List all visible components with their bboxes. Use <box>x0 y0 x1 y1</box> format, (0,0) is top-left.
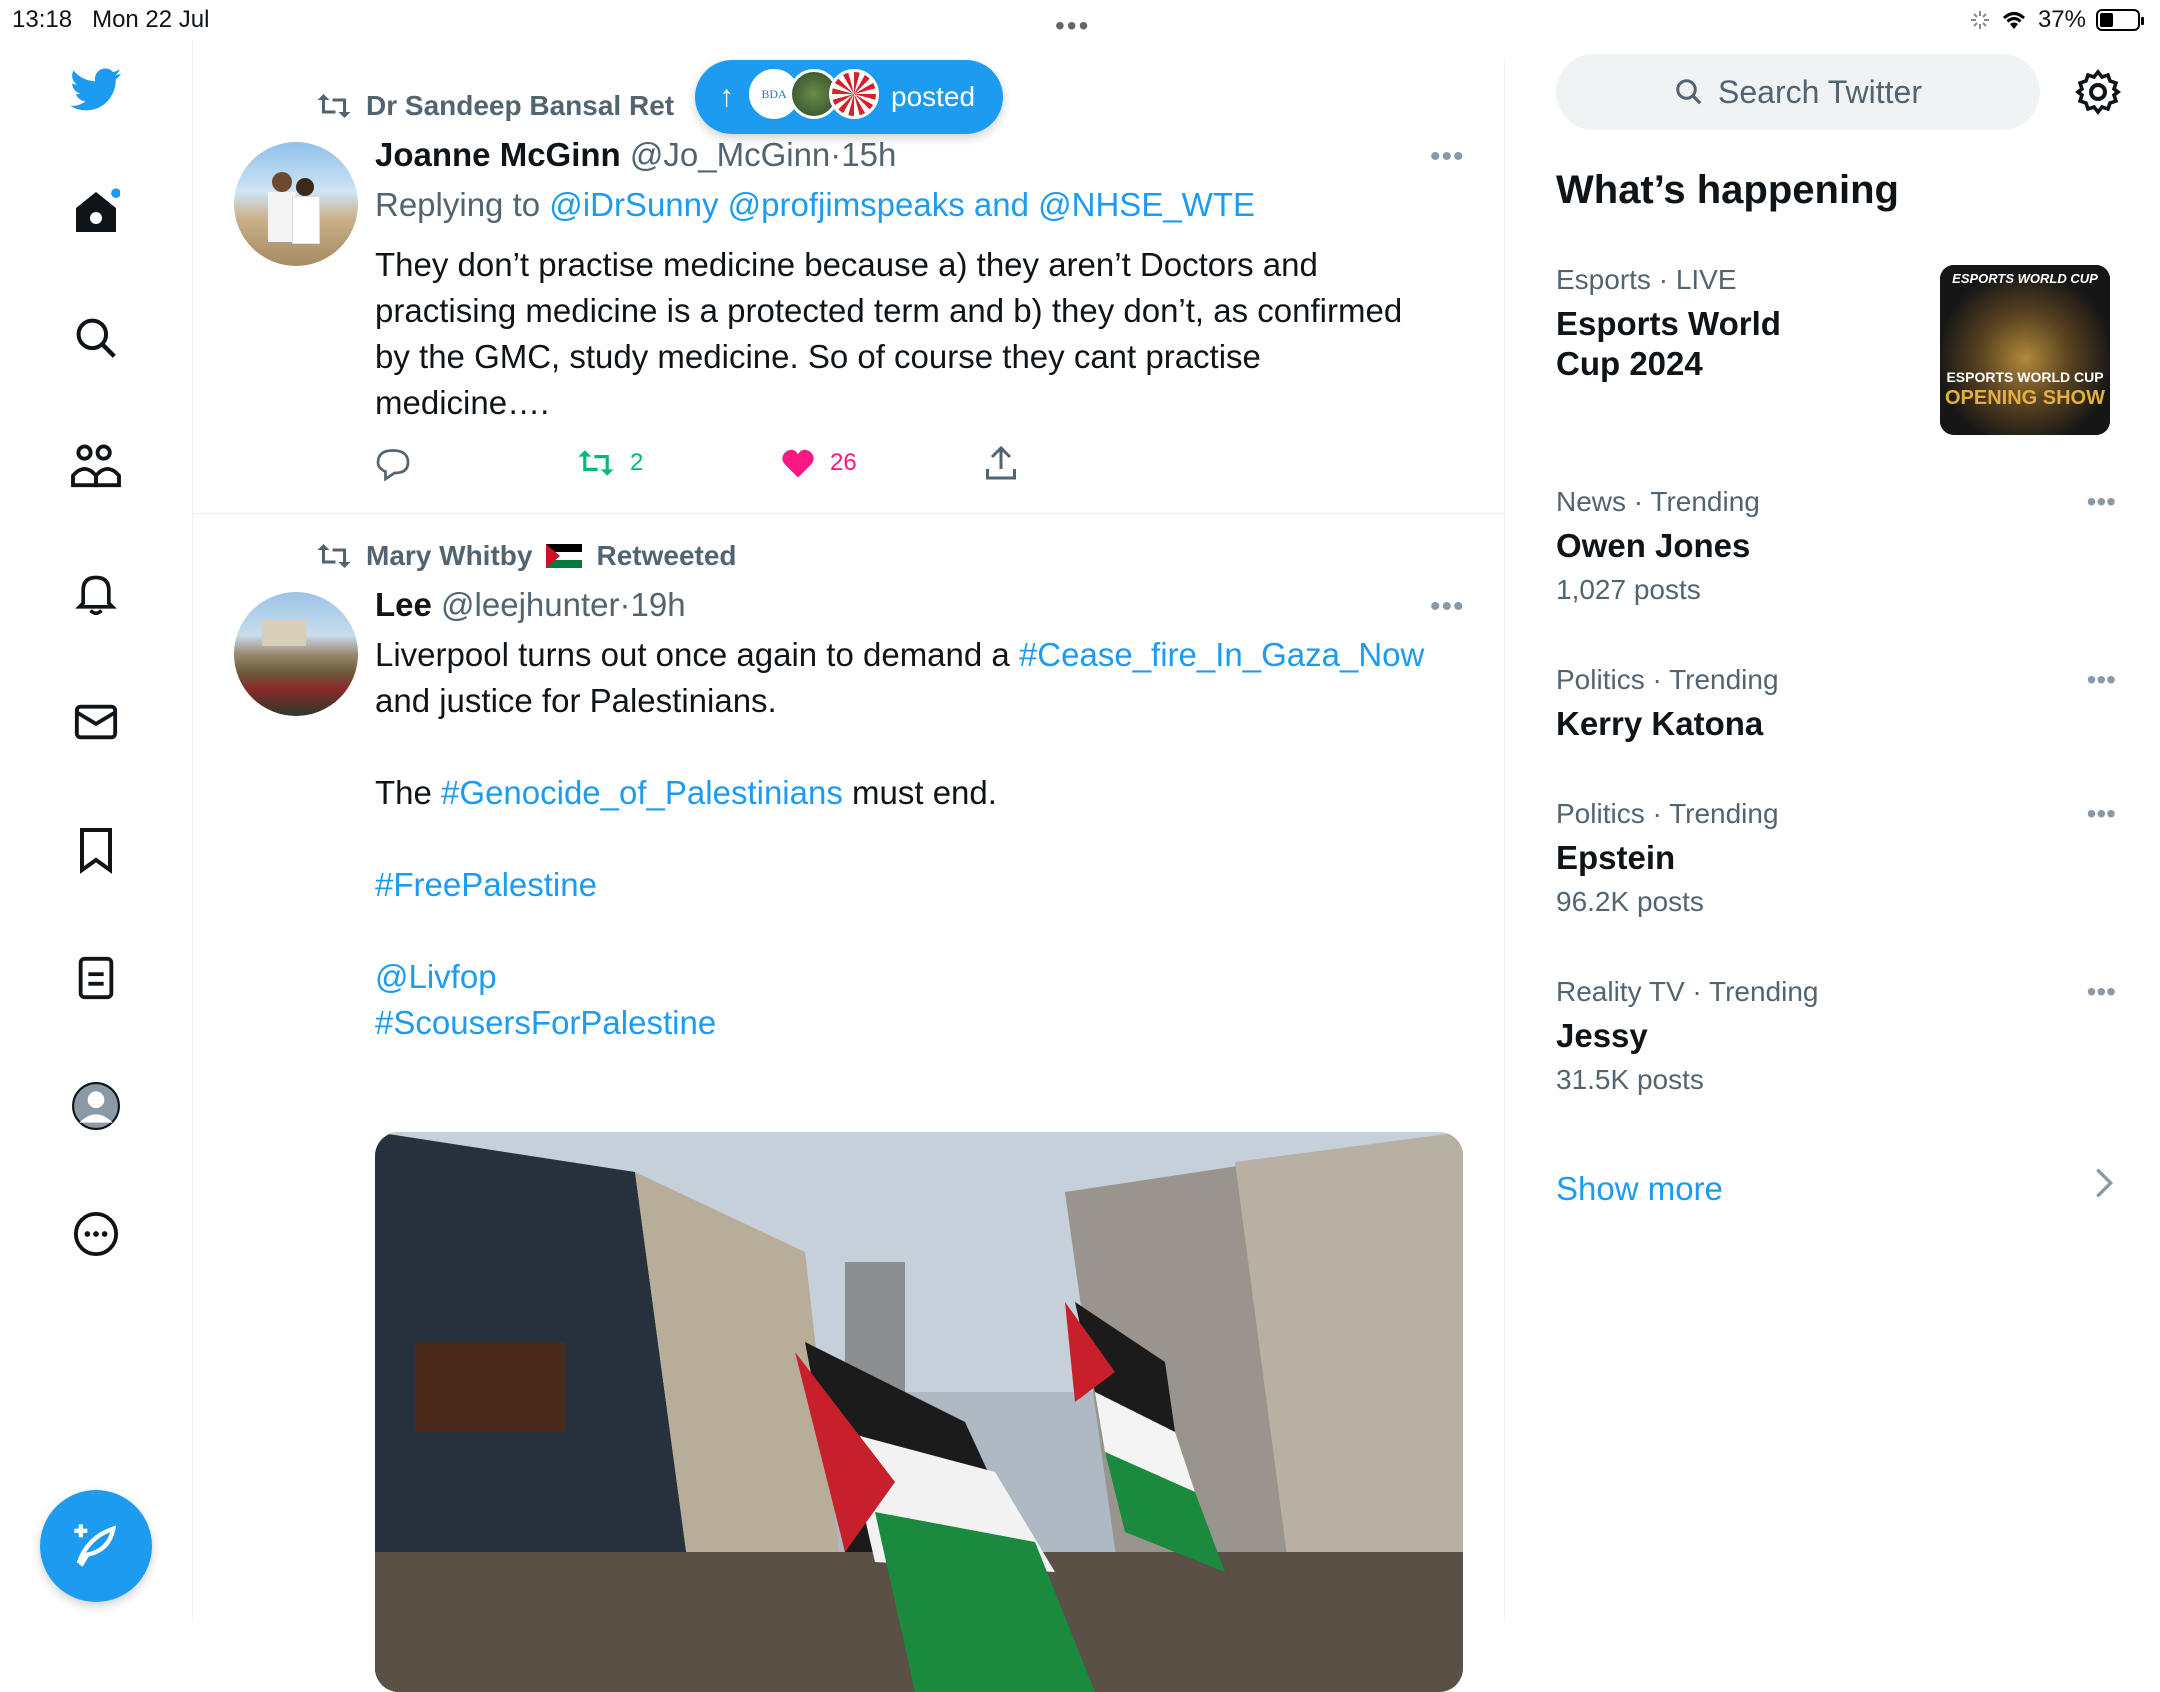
list-icon[interactable] <box>70 952 122 1004</box>
tweet-2[interactable]: Mary Whitby Retweeted Lee @leejhunter·19… <box>192 514 1504 1692</box>
retweet-icon <box>317 544 351 568</box>
trend-item[interactable]: Politics · Trending Epstein 96.2K posts … <box>1556 798 2116 918</box>
trend-item[interactable]: Politics · Trending Kerry Katona ••• <box>1556 664 2116 744</box>
profile-icon[interactable] <box>70 1080 122 1132</box>
timeline: Dr Sandeep Bansal Ret Joanne McGinn @Jo_… <box>192 60 1505 1692</box>
trend-category: Politics · Trending <box>1556 664 1779 695</box>
retweet-icon <box>578 450 614 476</box>
new-posts-pill[interactable]: ↑ BDA posted <box>695 60 1003 134</box>
twitter-logo-icon[interactable] <box>70 64 122 116</box>
show-more-link[interactable]: Show more <box>1556 1170 1723 1208</box>
hashtag-link[interactable]: #FreePalestine <box>375 862 1485 908</box>
trend-more-button[interactable]: ••• <box>2087 486 2116 518</box>
thumb-sub-text: OPENING SHOW <box>1944 387 2105 409</box>
window-grabber[interactable]: ••• <box>1055 10 1090 42</box>
compose-icon <box>74 1524 117 1567</box>
retweet-count: 2 <box>630 449 644 476</box>
retweet-icon <box>317 94 351 118</box>
video-thumbnail <box>375 1132 1463 1692</box>
separator: · <box>619 586 631 623</box>
replying-to-link[interactable]: @iDrSunny @profjimspeaks and @NHSE_WTE <box>549 186 1255 223</box>
separator: · <box>830 136 842 173</box>
battery-icon <box>2096 9 2144 31</box>
compose-button[interactable] <box>40 1490 152 1602</box>
like-count: 26 <box>830 449 857 476</box>
reply-icon <box>376 449 410 481</box>
retweet-header: Mary Whitby Retweeted <box>316 540 737 572</box>
avatar-3 <box>829 69 879 119</box>
bell-icon[interactable] <box>70 568 122 620</box>
trend-count: 1,027 posts <box>1556 574 1701 605</box>
trend-category: News · Trending <box>1556 486 1760 517</box>
mention-link[interactable]: @Livfop <box>375 954 1485 1000</box>
trend-category: Politics · Trending <box>1556 798 1779 829</box>
battery-percent: 37% <box>2037 6 2086 33</box>
trend-name: Owen Jones <box>1556 527 1751 564</box>
tweet-more-button[interactable]: ••• <box>1430 590 1465 624</box>
more-icon[interactable] <box>70 1208 122 1260</box>
like-icon <box>782 449 814 478</box>
battery-fill <box>2100 13 2114 27</box>
tweet-author: Lee @leejhunter·19h <box>375 586 686 624</box>
trend-count: 31.5K posts <box>1556 1064 1704 1095</box>
communities-icon[interactable] <box>70 440 122 492</box>
share-button[interactable] <box>984 445 1018 481</box>
palestine-flag-icon <box>546 544 583 568</box>
reply-button[interactable] <box>375 447 411 481</box>
share-icon <box>986 445 1016 480</box>
wifi-icon <box>2002 12 2025 29</box>
trend-more-button[interactable]: ••• <box>2087 798 2116 830</box>
trend-item[interactable]: News · Trending Owen Jones 1,027 posts •… <box>1556 486 2116 606</box>
avatar[interactable] <box>234 142 358 266</box>
retweet-button[interactable]: 2 <box>576 447 643 479</box>
activity-icon <box>1970 11 1989 29</box>
status-right: 37% <box>1970 6 2144 34</box>
trend-count: 96.2K posts <box>1556 886 1704 917</box>
tweet-time[interactable]: 19h <box>631 586 686 623</box>
hashtag-link[interactable]: #Genocide_of_Palestinians <box>441 774 843 811</box>
thumb-main-text: ESPORTS WORLD CUP <box>1946 369 2104 385</box>
chevron-right-icon <box>2096 1168 2114 1198</box>
posted-label: posted <box>891 81 976 112</box>
mail-icon[interactable] <box>70 696 122 748</box>
author-name[interactable]: Lee <box>375 586 432 623</box>
trend-category: Reality TV · Trending <box>1556 976 1819 1007</box>
search-placeholder: Search Twitter <box>1718 73 1922 110</box>
author-handle[interactable]: @leejhunter <box>441 586 619 623</box>
avatar[interactable] <box>234 592 358 716</box>
tweet-body: Liverpool turns out once again to demand… <box>375 632 1485 1046</box>
like-button[interactable]: 26 <box>780 447 857 479</box>
trend-more-button[interactable]: ••• <box>2087 976 2116 1008</box>
thumb-top-text: ESPORTS WORLD CUP <box>1952 271 2098 286</box>
trend-name: Jessy <box>1556 1017 1648 1054</box>
arrow-up-icon: ↑ <box>719 80 734 113</box>
trend-name: Kerry Katona <box>1556 705 1764 742</box>
trend-name: Epstein <box>1556 839 1676 876</box>
home-icon[interactable] <box>70 186 122 238</box>
replying-to: Replying to @iDrSunny @profjimspeaks and… <box>375 186 1255 223</box>
tweet-author: Joanne McGinn @Jo_McGinn·15h <box>375 136 896 174</box>
hashtag-link[interactable]: #ScousersForPalestine <box>375 1000 1485 1046</box>
tweet-time[interactable]: 15h <box>841 136 896 173</box>
hashtag-link[interactable]: #Cease_fire_In_Gaza_Now <box>1019 636 1424 673</box>
bookmark-icon[interactable] <box>70 824 122 876</box>
status-time: 13:18 Mon 22 Jul <box>12 6 210 33</box>
author-handle[interactable]: @Jo_McGinn <box>630 136 830 173</box>
search-icon <box>1676 79 1702 105</box>
trend-item[interactable]: Reality TV · Trending Jessy 31.5K posts … <box>1556 976 2116 1096</box>
tweet-body: They don’t practise medicine because a) … <box>375 246 1403 421</box>
trend-thumbnail[interactable]: ESPORTS WORLD CUP ESPORTS WORLD CUP OPEN… <box>1940 265 2110 435</box>
left-nav <box>0 40 193 1620</box>
tweet-more-button[interactable]: ••• <box>1430 140 1465 174</box>
tweet-video[interactable] <box>375 1132 1463 1692</box>
search-icon[interactable] <box>70 312 122 364</box>
gear-icon <box>2075 69 2121 115</box>
trend-more-button[interactable]: ••• <box>2087 664 2116 696</box>
retweet-header: Dr Sandeep Bansal Ret <box>316 90 674 122</box>
settings-button[interactable] <box>2074 68 2122 116</box>
section-title: What’s happening <box>1556 168 1899 212</box>
search-input[interactable]: Search Twitter <box>1556 54 2040 130</box>
author-name[interactable]: Joanne McGinn <box>375 136 621 173</box>
